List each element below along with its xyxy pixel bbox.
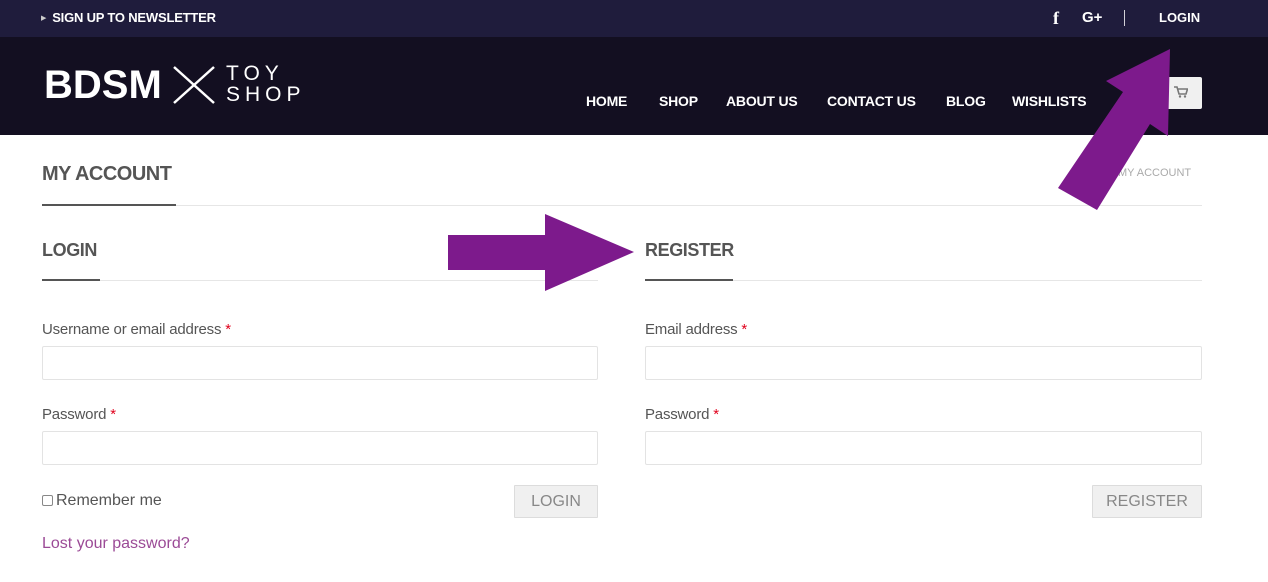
email-input[interactable] [645,346,1202,380]
newsletter-label: SIGN UP TO NEWSLETTER [52,10,216,25]
google-plus-icon[interactable]: G+ [1082,9,1102,26]
topbar-divider [1124,10,1125,26]
lost-password-link[interactable]: Lost your password? [42,535,190,553]
nav-item-shop[interactable]: SHOP [659,93,698,109]
logo-word-toy: TOY [226,62,284,85]
remember-me-checkbox[interactable] [42,495,53,506]
logo-word-bdsm: BDSM [44,63,162,107]
required-mark: * [225,321,231,338]
login-button[interactable]: LOGIN [514,485,598,518]
nav-item-blog[interactable]: BLOG [946,93,986,109]
required-mark: * [713,406,719,423]
page-title: MY ACCOUNT [42,163,172,185]
register-password-label: Password * [645,406,719,423]
login-password-input[interactable] [42,431,598,465]
top-bar: ▶ SIGN UP TO NEWSLETTER f G+ LOGIN [0,0,1268,37]
logo-cross-icon [173,66,215,104]
remember-me-label: Remember me [56,492,162,509]
topbar-login-link[interactable]: LOGIN [1159,10,1200,25]
required-mark: * [741,321,748,338]
logo-word-shop: SHOP [226,83,306,106]
title-underline [42,204,176,206]
arrow-up-icon [1058,49,1170,210]
login-password-label: Password * [42,406,116,423]
login-underline [42,279,100,281]
required-mark: * [110,406,116,423]
nav-item-about-us[interactable]: ABOUT US [726,93,798,109]
register-underline [645,279,733,281]
email-label: Email address * [645,321,748,338]
title-divider [42,205,1202,206]
nav-item-home[interactable]: HOME [586,93,627,109]
arrow-right-icon [448,214,634,291]
nav-item-contact-us[interactable]: CONTACT US [827,93,916,109]
username-input[interactable] [42,346,598,380]
register-password-input[interactable] [645,431,1202,465]
caret-right-icon: ▶ [41,15,47,22]
facebook-icon[interactable]: f [1053,8,1059,29]
remember-me: Remember me [42,492,162,510]
newsletter-link[interactable]: ▶ SIGN UP TO NEWSLETTER [41,10,216,25]
login-heading: LOGIN [42,240,97,260]
register-button[interactable]: REGISTER [1092,485,1202,518]
username-label: Username or email address * [42,321,231,338]
register-heading: REGISTER [645,240,734,260]
